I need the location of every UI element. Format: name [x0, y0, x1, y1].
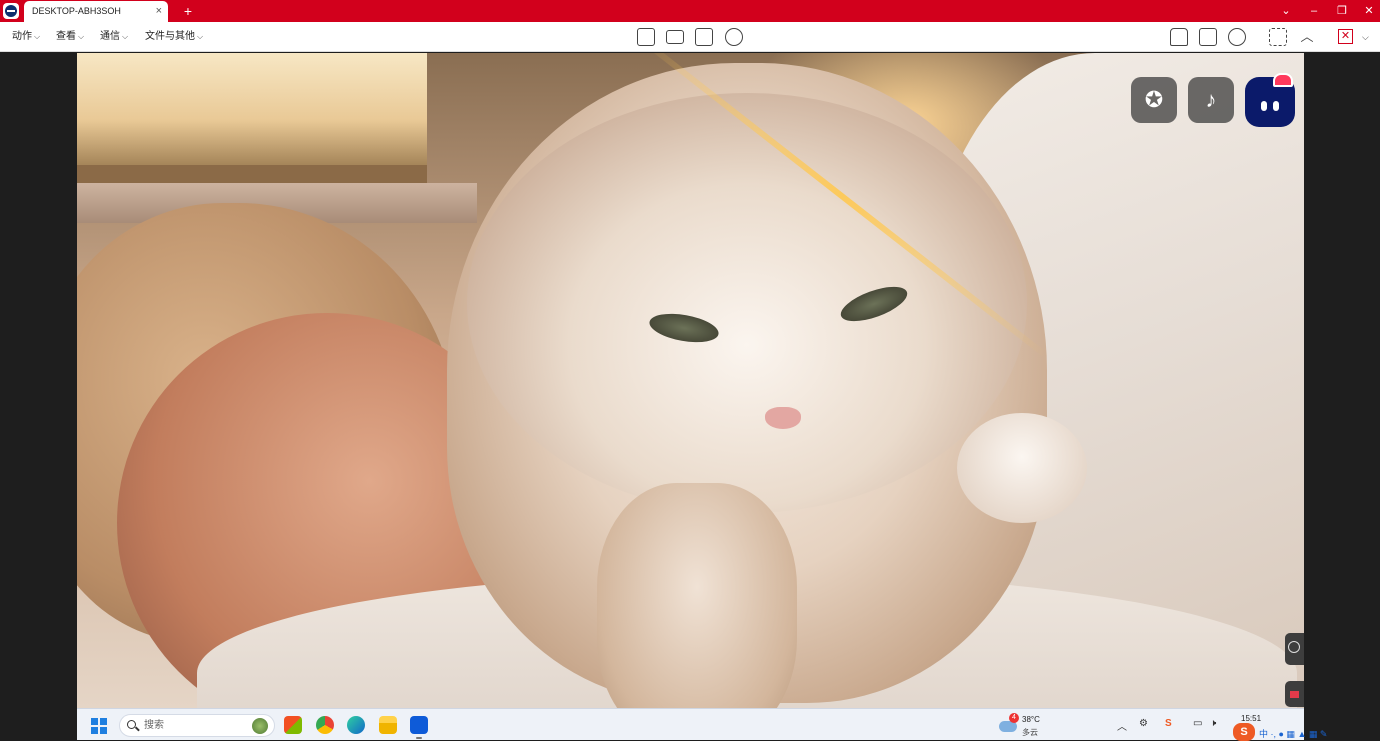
tab-title: DESKTOP-ABH3SOH [32, 6, 121, 16]
wallpaper-window [77, 53, 427, 183]
remote-taskbar: 搜索 4 38°C 多云 ︿ ⚙ S ▭ 🕨 15:51 S 中 ·, ● ▦ … [77, 708, 1327, 741]
search-icon [127, 720, 136, 729]
dropdown-icon[interactable]: ⌄ [1272, 0, 1300, 22]
chevron-down-icon: ⌵ [78, 32, 85, 41]
toolbar: 动作 ⌵ 查看 ⌵ 通信 ⌵ 文件与其他 ⌵ ︿ ✕ ⌵ [0, 22, 1380, 52]
robot-eye [1261, 101, 1267, 111]
chevron-down-icon: ⌵ [122, 32, 129, 41]
teamviewer-icon[interactable] [410, 716, 428, 739]
wallpaper-cat-paw [597, 483, 797, 708]
flag-icon[interactable] [1285, 681, 1304, 707]
chevron-down-icon[interactable]: ⌵ [1362, 22, 1369, 52]
tiktok-icon[interactable]: ♪ [1188, 77, 1234, 123]
menu-communication[interactable]: 通信 ⌵ [100, 22, 128, 52]
menu-communication-label: 通信 [100, 31, 120, 42]
robot-assistant-icon[interactable] [1245, 73, 1295, 127]
tab-close-icon[interactable]: × [156, 1, 162, 21]
minimize-button[interactable]: – [1300, 0, 1328, 22]
edge-icon[interactable] [347, 716, 365, 734]
sogou-icon[interactable]: S [1165, 718, 1172, 729]
taskbar-search-input[interactable]: 搜索 [119, 714, 275, 737]
ime-toolbar[interactable]: 中 ·, ● ▦ ▲ ▦ ✎ [1259, 727, 1327, 741]
camera-icon[interactable] [1228, 28, 1246, 46]
teamviewer-panel-icon[interactable] [1285, 633, 1304, 665]
fullscreen-icon[interactable] [1269, 28, 1287, 46]
chevron-up-icon[interactable]: ︿ [1117, 718, 1127, 733]
menu-actions[interactable]: 动作 ⌵ [12, 22, 40, 52]
wallpaper-cat-nose [765, 407, 801, 429]
weather-condition: 多云 [1022, 728, 1038, 737]
keyboard-icon[interactable] [666, 30, 684, 44]
store-icon[interactable] [284, 716, 302, 734]
menu-view[interactable]: 查看 ⌵ [56, 22, 84, 52]
weather-badge: 4 [1009, 713, 1019, 723]
ime-logo-icon[interactable]: S [1233, 723, 1255, 741]
menu-actions-label: 动作 [12, 31, 32, 42]
mute-icon[interactable]: 🕨 [1210, 718, 1216, 729]
menu-files-label: 文件与其他 [145, 31, 195, 42]
search-placeholder: 搜索 [144, 720, 164, 731]
tab-remote-session[interactable]: DESKTOP-ABH3SOH × [24, 1, 168, 22]
display-icon[interactable]: ▭ [1193, 718, 1202, 729]
weather-widget[interactable]: 4 38°C 多云 [999, 713, 1069, 739]
title-bar: DESKTOP-ABH3SOH × + ⌄ – ❐ ✕ [0, 0, 1380, 22]
file-explorer-icon[interactable] [379, 716, 397, 734]
search-highlight-icon [252, 718, 268, 734]
screenshot-icon[interactable] [1199, 28, 1217, 46]
chevron-down-icon: ⌵ [197, 32, 204, 41]
weather-temperature: 38°C [1022, 715, 1040, 724]
record-icon[interactable] [725, 28, 743, 46]
clock[interactable]: 15:51 [1241, 714, 1261, 723]
file-transfer-icon[interactable] [695, 28, 713, 46]
remote-desktop-view[interactable]: ✪ ♪ [77, 53, 1304, 708]
menu-files-and-more[interactable]: 文件与其他 ⌵ [145, 22, 203, 52]
end-session-icon[interactable]: ✕ [1338, 29, 1353, 44]
wallpaper-cat-head [467, 93, 1027, 513]
close-window-button[interactable]: ✕ [1355, 0, 1380, 22]
start-icon[interactable] [91, 718, 107, 734]
restore-button[interactable]: ❐ [1328, 0, 1356, 22]
chevron-down-icon: ⌵ [34, 32, 41, 41]
robot-eye [1273, 101, 1279, 111]
chrome-icon[interactable] [316, 716, 334, 734]
star-icon[interactable]: ✪ [1131, 77, 1177, 123]
collapse-icon[interactable]: ︿ [1298, 28, 1316, 46]
dashboard-icon[interactable] [637, 28, 655, 46]
teamviewer-logo-icon [3, 3, 19, 19]
user-icon[interactable] [1170, 28, 1188, 46]
network-icon[interactable]: ⚙ [1139, 718, 1148, 729]
menu-view-label: 查看 [56, 31, 76, 42]
robot-cap [1273, 73, 1293, 87]
new-tab-button[interactable]: + [181, 1, 195, 21]
wallpaper-cat-paw [957, 413, 1087, 523]
